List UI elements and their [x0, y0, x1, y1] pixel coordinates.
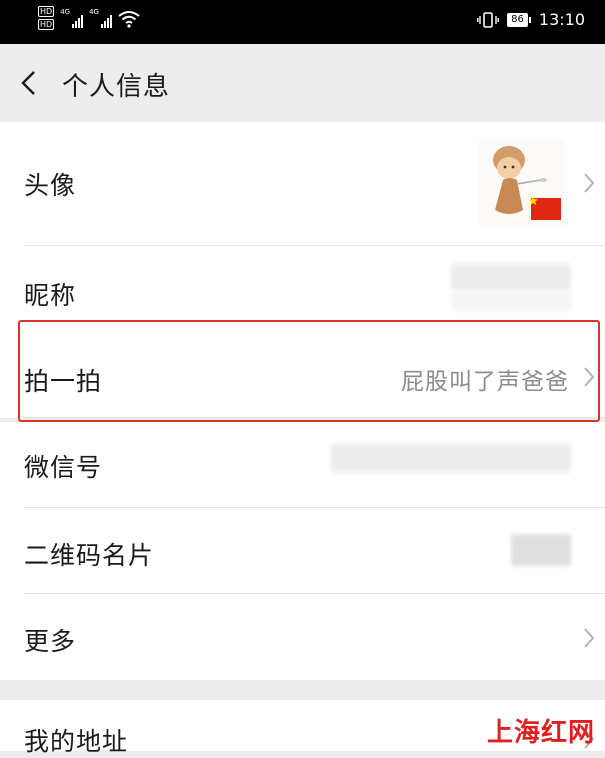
nickname-value-redacted: [451, 292, 571, 310]
signal-icon: 4G: [89, 8, 112, 28]
row-avatar[interactable]: 头像: [0, 122, 605, 246]
hd-badge: HD: [38, 6, 55, 17]
wechat-id-redacted: [331, 444, 571, 472]
signal-icon: 4G: [60, 8, 84, 28]
battery-icon: 86: [507, 12, 531, 27]
status-right: 86 13:10: [477, 10, 585, 29]
row-label: 头像: [24, 171, 77, 200]
row-label: 昵称: [24, 281, 77, 310]
back-arrow-icon[interactable]: [20, 70, 36, 96]
row-label: 二维码名片: [24, 541, 155, 570]
section-gap: [0, 680, 605, 700]
row-qr-card[interactable]: 二维码名片: [0, 508, 605, 594]
row-label: 更多: [24, 627, 77, 656]
hd-badge: HD: [38, 19, 55, 30]
highlight-box: [18, 320, 600, 422]
nav-bar: 个人信息: [0, 44, 605, 122]
row-label: 我的地址: [24, 727, 129, 756]
row-label: 微信号: [24, 453, 103, 482]
network-type: 4G: [89, 8, 99, 16]
row-wechat-id[interactable]: 微信号: [0, 422, 605, 508]
page-title: 个人信息: [62, 72, 171, 102]
wifi-icon: [118, 11, 140, 28]
nickname-value-redacted: [451, 264, 571, 290]
chevron-right-icon: [584, 173, 595, 193]
status-bar: HD HD 4G 4G 86 13:10: [0, 0, 605, 44]
battery-level: 86: [507, 12, 528, 27]
clock: 13:10: [538, 10, 585, 29]
watermark: 上海红网: [486, 718, 595, 748]
avatar[interactable]: [479, 140, 565, 226]
chevron-right-icon: [584, 628, 595, 648]
row-more[interactable]: 更多: [0, 594, 605, 680]
network-type: 4G: [60, 8, 71, 16]
status-left: HD HD 4G 4G: [38, 6, 140, 30]
vibrate-icon: [477, 11, 500, 28]
qr-code-redacted: [511, 534, 571, 566]
